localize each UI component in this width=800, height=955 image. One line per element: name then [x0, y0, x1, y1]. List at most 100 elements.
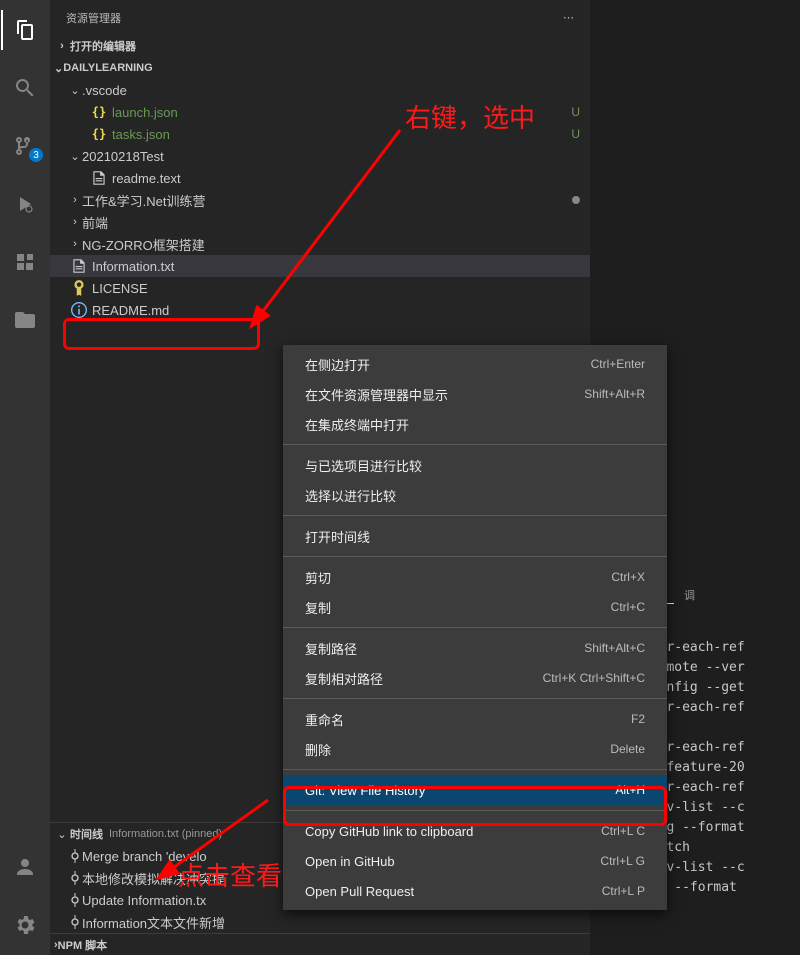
tree-label: NG-ZORRO框架搭建	[82, 235, 580, 254]
activity-debug[interactable]	[1, 184, 49, 224]
info-icon	[70, 301, 88, 319]
tree-folder-1[interactable]: › 工作&学习.Net训练营	[50, 189, 590, 211]
chevron-right-icon: ›	[68, 238, 82, 250]
folder-icon	[13, 308, 37, 332]
text-icon	[90, 169, 108, 187]
menu-open-pr[interactable]: Open Pull RequestCtrl+L P	[283, 876, 667, 906]
menu-rename[interactable]: 重命名 F2	[283, 704, 667, 734]
menu-reveal[interactable]: 在文件资源管理器中显示Shift+Alt+R	[283, 379, 667, 409]
play-bug-icon	[13, 192, 37, 216]
activity-extensions[interactable]	[1, 242, 49, 282]
activity-account[interactable]	[1, 847, 49, 887]
tree-label: 工作&学习.Net训练营	[82, 191, 572, 210]
tree-label: Information.txt	[92, 259, 580, 274]
tree-file-launch[interactable]: {} launch.json U	[50, 101, 590, 123]
scm-badge: 3	[29, 148, 43, 162]
license-icon	[70, 279, 88, 297]
chevron-down-icon: ⌄	[54, 62, 63, 75]
activity-scm[interactable]: 3	[1, 126, 49, 166]
commit-icon	[68, 893, 82, 907]
text-icon	[70, 257, 88, 275]
menu-separator	[283, 698, 667, 699]
tree-folder-test[interactable]: ⌄ 20210218Test	[50, 145, 590, 167]
menu-copy-github[interactable]: Copy GitHub link to clipboardCtrl+L C	[283, 816, 667, 846]
tree-label: README.md	[92, 303, 580, 318]
menu-label: Open in GitHub	[305, 854, 395, 869]
menu-copy[interactable]: 复制Ctrl+C	[283, 592, 667, 622]
activity-search[interactable]	[1, 68, 49, 108]
tree-folder-2[interactable]: › 前端	[50, 211, 590, 233]
files-icon	[13, 18, 37, 42]
menu-label: 复制	[305, 598, 331, 617]
json-icon: {}	[92, 127, 106, 141]
tree-label: 20210218Test	[82, 149, 580, 164]
timeline-label: Update Information.tx	[82, 893, 206, 908]
menu-open-side[interactable]: 在侧边打开Ctrl+Enter	[283, 349, 667, 379]
menu-separator	[283, 556, 667, 557]
chevron-right-icon: ›	[68, 194, 82, 206]
menu-git-history[interactable]: Git: View File HistoryAlt+H	[283, 775, 667, 805]
json-icon: {}	[92, 105, 106, 119]
menu-label: 在侧边打开	[305, 355, 370, 374]
commit-icon	[68, 849, 82, 863]
activity-explorer[interactable]	[1, 10, 49, 50]
git-status-u: U	[571, 127, 580, 141]
activity-settings[interactable]	[1, 905, 49, 945]
menu-label: 打开时间线	[305, 527, 370, 546]
menu-copy-relpath[interactable]: 复制相对路径 Ctrl+K Ctrl+Shift+C	[283, 663, 667, 693]
tree-label: LICENSE	[92, 281, 580, 296]
menu-label: 选择以进行比较	[305, 486, 396, 505]
timeline-item[interactable]: Information文本文件新增	[50, 911, 590, 933]
menu-separator	[283, 810, 667, 811]
tree-file-readme-md[interactable]: README.md	[50, 299, 590, 321]
menu-open-github[interactable]: Open in GitHubCtrl+L G	[283, 846, 667, 876]
activity-bar: 3	[0, 0, 50, 955]
tree-folder-vscode[interactable]: ⌄ .vscode	[50, 79, 590, 101]
menu-delete[interactable]: 删除Delete	[283, 734, 667, 764]
menu-separator	[283, 769, 667, 770]
tab-debug[interactable]: 调	[674, 587, 705, 603]
menu-open-timeline[interactable]: 打开时间线	[283, 521, 667, 551]
timeline-label: Merge branch 'develo	[82, 849, 207, 864]
tree-label: tasks.json	[112, 127, 567, 142]
menu-compare-selected[interactable]: 与已选项目进行比较	[283, 450, 667, 480]
project-section[interactable]: ⌄ DAILYLEARNING	[50, 57, 590, 79]
timeline-sub: Information.txt (pinned)	[109, 828, 222, 840]
tree-label: launch.json	[112, 105, 567, 120]
timeline-label: 本地修改模拟解决冲突提	[82, 869, 225, 888]
tree-label: 前端	[82, 213, 580, 232]
activity-folder[interactable]	[1, 300, 49, 340]
timeline-label: Information文本文件新增	[82, 913, 225, 932]
tree-file-readme-text[interactable]: readme.text	[50, 167, 590, 189]
chevron-down-icon: ⌄	[68, 150, 82, 163]
open-editors-label: 打开的编辑器	[70, 38, 136, 54]
menu-label: 删除	[305, 740, 331, 759]
tree-file-tasks[interactable]: {} tasks.json U	[50, 123, 590, 145]
account-icon	[13, 855, 37, 879]
tree-folder-3[interactable]: › NG-ZORRO框架搭建	[50, 233, 590, 255]
more-icon[interactable]: ⋯	[563, 11, 574, 24]
gear-icon	[13, 913, 37, 937]
chevron-down-icon: ⌄	[54, 828, 70, 841]
menu-key: Ctrl+L P	[602, 884, 645, 898]
menu-cut[interactable]: 剪切Ctrl+X	[283, 562, 667, 592]
menu-open-terminal[interactable]: 在集成终端中打开	[283, 409, 667, 439]
menu-label: 与已选项目进行比较	[305, 456, 422, 475]
status-dot	[572, 196, 580, 204]
npm-section[interactable]: › NPM 脚本	[50, 933, 590, 955]
file-tree: ⌄ .vscode {} launch.json U {} tasks.json…	[50, 79, 590, 321]
search-icon	[13, 76, 37, 100]
menu-select-compare[interactable]: 选择以进行比较	[283, 480, 667, 510]
menu-key: Shift+Alt+C	[584, 641, 645, 655]
tree-file-license[interactable]: LICENSE	[50, 277, 590, 299]
menu-copy-path[interactable]: 复制路径Shift+Alt+C	[283, 633, 667, 663]
menu-key: Ctrl+K Ctrl+Shift+C	[543, 671, 645, 685]
timeline-title: 时间线	[70, 826, 103, 842]
chevron-right-icon: ›	[68, 216, 82, 228]
open-editors-section[interactable]: › 打开的编辑器	[50, 35, 590, 57]
tree-file-information[interactable]: Information.txt	[50, 255, 590, 277]
menu-key: F2	[631, 712, 645, 726]
menu-label: 重命名	[305, 710, 344, 729]
menu-label: 复制相对路径	[305, 669, 383, 688]
menu-label: Git: View File History	[305, 783, 425, 798]
